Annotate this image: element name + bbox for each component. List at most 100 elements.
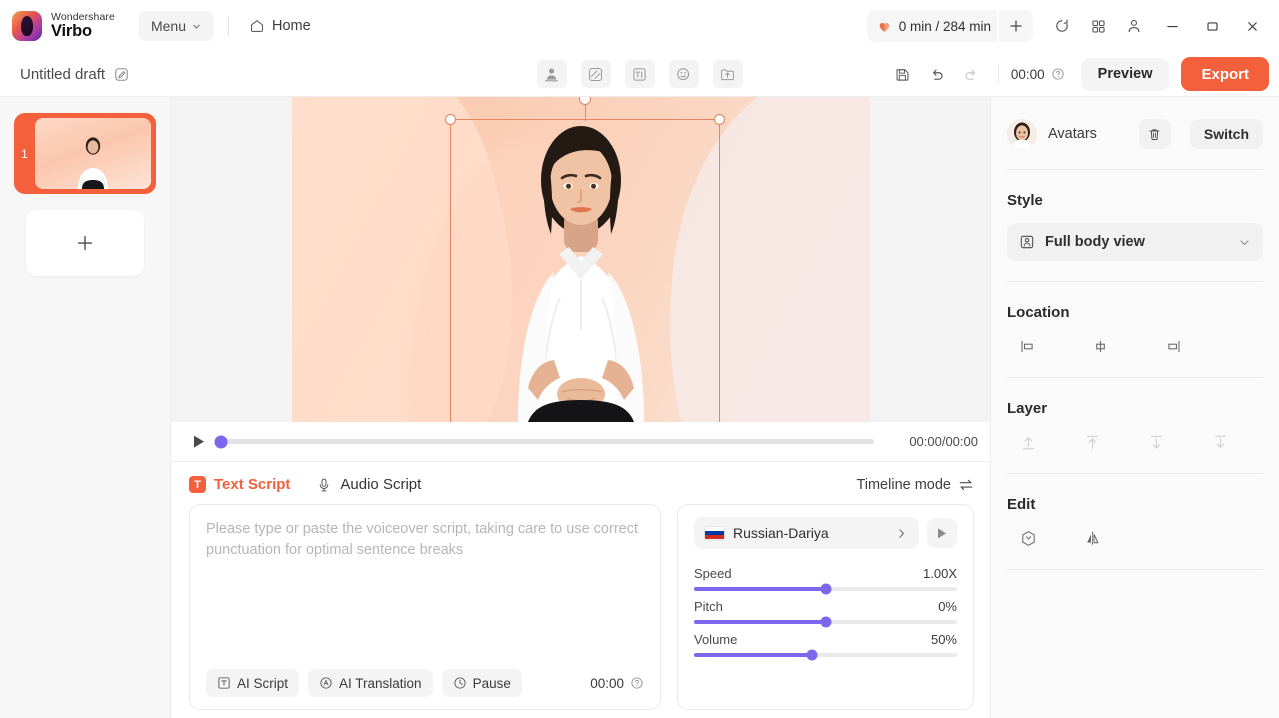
script-editor-card: Please type or paste the voiceover scrip… xyxy=(189,504,661,710)
brand-logo-group: Wondershare Virbo xyxy=(12,11,115,41)
volume-slider-fill xyxy=(694,653,813,657)
switch-avatar-button[interactable]: Switch xyxy=(1189,119,1263,149)
plus-icon xyxy=(77,235,93,251)
location-section: Location xyxy=(1007,282,1263,377)
volume-slider[interactable] xyxy=(694,649,957,661)
center-tool-group xyxy=(536,60,743,88)
export-button[interactable]: Export xyxy=(1181,57,1269,91)
volume-value: 50% xyxy=(930,632,957,647)
avatar-tool[interactable] xyxy=(536,60,567,88)
pitch-slider[interactable] xyxy=(694,616,957,628)
pitch-slider-fill xyxy=(694,620,826,624)
bring-to-front-icon[interactable] xyxy=(1017,431,1039,453)
account-button[interactable] xyxy=(1117,10,1151,42)
play-button[interactable] xyxy=(189,432,209,452)
player-time: 00:00/00:00 xyxy=(909,434,978,449)
home-button[interactable]: Home xyxy=(243,14,317,38)
layer-label: Layer xyxy=(1007,400,1048,417)
pause-label: Pause xyxy=(472,675,511,691)
credits-badge[interactable]: 0 min / 284 min xyxy=(866,10,997,42)
save-button[interactable] xyxy=(888,59,918,89)
text-tool[interactable] xyxy=(624,60,655,88)
close-button[interactable] xyxy=(1233,9,1271,43)
align-left-icon[interactable] xyxy=(1017,335,1039,357)
close-icon xyxy=(1247,21,1257,31)
microphone-icon xyxy=(320,478,329,491)
add-scene-button[interactable] xyxy=(26,210,144,276)
tab-text-script[interactable]: T Text Script xyxy=(189,476,290,493)
speed-slider[interactable] xyxy=(694,583,957,595)
edit-section: Edit xyxy=(1007,474,1263,569)
question-circle-icon[interactable] xyxy=(630,676,644,690)
maximize-button[interactable] xyxy=(1193,9,1231,43)
script-input[interactable]: Please type or paste the voiceover scrip… xyxy=(206,519,644,669)
voice-language-select[interactable]: Russian-Dariya xyxy=(694,517,919,549)
timeline-mode-toggle[interactable]: Timeline mode xyxy=(856,477,974,493)
canvas-area xyxy=(171,97,990,422)
avatar-thumbnail-figure xyxy=(78,137,108,189)
play-icon xyxy=(194,435,204,448)
crop-shape-icon[interactable] xyxy=(1017,527,1039,549)
switch-avatar-label: Switch xyxy=(1203,126,1249,142)
speed-slider-knob[interactable] xyxy=(820,583,831,595)
minimize-button[interactable] xyxy=(1153,9,1191,43)
avatar-person-icon xyxy=(544,68,559,81)
edit-pencil-icon[interactable] xyxy=(114,67,129,82)
scene-thumbnail xyxy=(35,118,151,189)
player-progress-knob[interactable] xyxy=(214,435,228,448)
person-frame-icon xyxy=(1020,235,1034,249)
avatar-thumbnail-image xyxy=(1007,119,1037,149)
question-circle-icon[interactable] xyxy=(1051,67,1065,81)
player-progress-track[interactable] xyxy=(214,435,874,448)
properties-title: Avatars xyxy=(1048,126,1097,142)
add-credits-button[interactable] xyxy=(999,10,1033,42)
redo-button[interactable] xyxy=(956,59,986,89)
scene-item-1[interactable]: 1 xyxy=(14,113,156,194)
speed-label: Speed xyxy=(694,566,732,581)
preview-button[interactable]: Preview xyxy=(1080,57,1170,91)
speed-slider-block: Speed 1.00X xyxy=(694,566,957,595)
script-panel: T Text Script Audio Script Timeline mode xyxy=(171,462,990,718)
project-duration: 00:00 xyxy=(1011,67,1065,82)
text-box-icon xyxy=(218,677,230,689)
ai-script-button[interactable]: AI Script xyxy=(206,669,300,697)
credits-label: 0 min / 284 min xyxy=(898,18,991,34)
align-right-icon[interactable] xyxy=(1161,335,1183,357)
video-canvas[interactable] xyxy=(291,97,870,422)
flip-horizontal-icon[interactable] xyxy=(1081,527,1103,549)
pause-button[interactable]: Pause xyxy=(441,669,522,697)
ai-translation-label: AI Translation xyxy=(339,675,422,691)
menu-button[interactable]: Menu xyxy=(138,11,214,41)
sticker-tool[interactable] xyxy=(668,60,699,88)
home-icon xyxy=(251,20,263,32)
voice-preview-button[interactable] xyxy=(927,518,957,548)
background-tool[interactable] xyxy=(580,60,611,88)
tab-audio-script[interactable]: Audio Script xyxy=(316,476,421,493)
editor-center: 00:00/00:00 T Text Script Audio Script T… xyxy=(171,97,990,718)
preview-button-label: Preview xyxy=(1097,66,1153,82)
volume-slider-block: Volume 50% xyxy=(694,632,957,661)
pitch-slider-knob[interactable] xyxy=(820,616,831,628)
edit-icon-row xyxy=(1007,527,1263,549)
send-backward-icon[interactable] xyxy=(1145,431,1167,453)
bring-forward-icon[interactable] xyxy=(1081,431,1103,453)
delete-avatar-button[interactable] xyxy=(1138,119,1171,149)
resize-handle-top-right[interactable] xyxy=(713,114,725,125)
avatar-thumbnail xyxy=(1007,119,1037,149)
volume-label: Volume xyxy=(694,632,738,647)
scene-number: 1 xyxy=(21,146,28,161)
upload-tool[interactable] xyxy=(712,60,743,88)
volume-slider-knob[interactable] xyxy=(806,649,818,661)
sticker-smiley-icon xyxy=(677,67,690,80)
toolbar-divider xyxy=(997,65,999,83)
align-center-icon[interactable] xyxy=(1089,335,1111,357)
style-select[interactable]: Full body view xyxy=(1007,223,1263,261)
volume-slider-head: Volume 50% xyxy=(694,632,957,647)
history-button[interactable] xyxy=(1045,10,1079,42)
send-to-back-icon[interactable] xyxy=(1209,431,1231,453)
location-label: Location xyxy=(1007,304,1070,321)
properties-header: Avatars Switch xyxy=(1007,97,1263,169)
ai-translation-button[interactable]: AI Translation xyxy=(308,669,433,697)
apps-button[interactable] xyxy=(1081,10,1115,42)
undo-button[interactable] xyxy=(922,59,952,89)
